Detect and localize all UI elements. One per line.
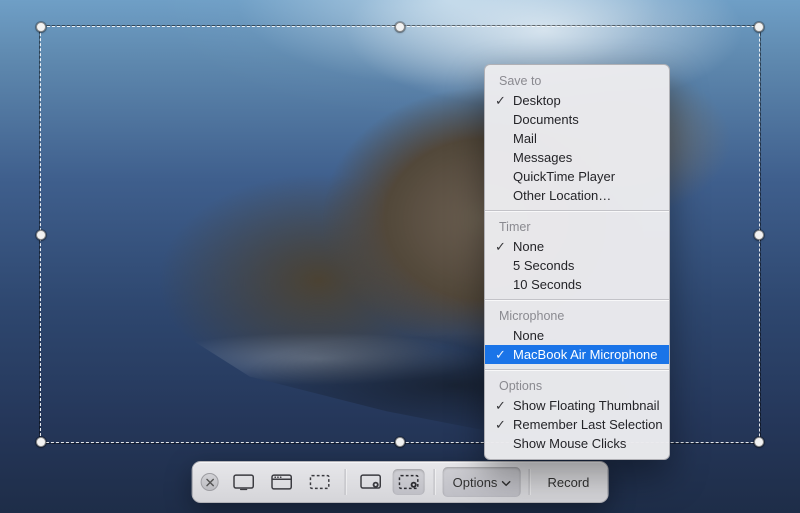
options-dropdown-button[interactable]: Options <box>443 467 521 497</box>
options-label: Options <box>453 475 498 490</box>
menu-item-save-messages[interactable]: Messages <box>485 148 669 167</box>
record-button[interactable]: Record <box>537 467 599 497</box>
record-label: Record <box>547 475 589 490</box>
menu-item-label: Messages <box>513 150 572 165</box>
check-icon: ✓ <box>495 347 507 363</box>
menu-item-option-remember-last-selection[interactable]: ✓ Remember Last Selection <box>485 415 669 434</box>
menu-divider <box>485 369 669 370</box>
menu-divider <box>485 210 669 211</box>
menu-item-label: Show Mouse Clicks <box>513 436 626 451</box>
resize-handle-bottom-middle[interactable] <box>395 437 405 447</box>
menu-item-label: None <box>513 239 544 254</box>
menu-item-label: Other Location… <box>513 188 611 203</box>
menu-section-title-options: Options <box>485 375 669 396</box>
screen-icon <box>233 473 255 491</box>
menu-item-label: Remember Last Selection <box>513 417 663 432</box>
menu-item-label: None <box>513 328 544 343</box>
selection-icon <box>309 473 331 491</box>
menu-item-save-documents[interactable]: Documents <box>485 110 669 129</box>
menu-item-save-quicktime[interactable]: QuickTime Player <box>485 167 669 186</box>
resize-handle-bottom-right[interactable] <box>754 437 764 447</box>
resize-handle-bottom-left[interactable] <box>36 437 46 447</box>
menu-item-label: 5 Seconds <box>513 258 574 273</box>
window-icon <box>271 473 293 491</box>
menu-divider <box>485 299 669 300</box>
menu-item-option-show-mouse-clicks[interactable]: Show Mouse Clicks <box>485 434 669 453</box>
close-button[interactable] <box>201 473 219 491</box>
menu-item-option-show-floating-thumbnail[interactable]: ✓ Show Floating Thumbnail <box>485 396 669 415</box>
check-icon: ✓ <box>495 93 507 109</box>
capture-selected-portion-button[interactable] <box>304 469 336 495</box>
menu-item-mic-macbook-air[interactable]: ✓ MacBook Air Microphone <box>485 345 669 364</box>
capture-entire-screen-button[interactable] <box>228 469 260 495</box>
menu-item-label: QuickTime Player <box>513 169 615 184</box>
menu-item-timer-none[interactable]: ✓ None <box>485 237 669 256</box>
menu-item-label: Desktop <box>513 93 561 108</box>
menu-item-save-mail[interactable]: Mail <box>485 129 669 148</box>
resize-handle-top-middle[interactable] <box>395 22 405 32</box>
menu-item-save-other-location[interactable]: Other Location… <box>485 186 669 205</box>
menu-item-label: Documents <box>513 112 579 127</box>
menu-item-mic-none[interactable]: None <box>485 326 669 345</box>
resize-handle-middle-left[interactable] <box>36 230 46 240</box>
menu-item-timer-10s[interactable]: 10 Seconds <box>485 275 669 294</box>
record-selected-portion-button[interactable] <box>393 469 425 495</box>
toolbar-separator <box>345 469 346 495</box>
menu-item-label: Mail <box>513 131 537 146</box>
menu-section-title-timer: Timer <box>485 216 669 237</box>
close-icon <box>205 478 214 487</box>
capture-selected-window-button[interactable] <box>266 469 298 495</box>
menu-section-title-microphone: Microphone <box>485 305 669 326</box>
menu-item-label: 10 Seconds <box>513 277 582 292</box>
check-icon: ✓ <box>495 398 507 414</box>
record-screen-icon <box>360 473 382 491</box>
menu-item-label: Show Floating Thumbnail <box>513 398 659 413</box>
resize-handle-top-left[interactable] <box>36 22 46 32</box>
options-popover: Save to ✓ Desktop Documents Mail Message… <box>484 64 670 460</box>
toolbar-separator <box>528 469 529 495</box>
resize-handle-top-right[interactable] <box>754 22 764 32</box>
menu-section-title-save-to: Save to <box>485 70 669 91</box>
menu-item-save-desktop[interactable]: ✓ Desktop <box>485 91 669 110</box>
menu-item-timer-5s[interactable]: 5 Seconds <box>485 256 669 275</box>
check-icon: ✓ <box>495 417 507 433</box>
resize-handle-middle-right[interactable] <box>754 230 764 240</box>
screenshot-toolbar: Options Record <box>192 461 609 503</box>
record-selection-icon <box>398 473 420 491</box>
check-icon: ✓ <box>495 239 507 255</box>
chevron-down-icon <box>501 479 510 488</box>
toolbar-separator <box>434 469 435 495</box>
menu-item-label: MacBook Air Microphone <box>513 347 658 362</box>
record-entire-screen-button[interactable] <box>355 469 387 495</box>
